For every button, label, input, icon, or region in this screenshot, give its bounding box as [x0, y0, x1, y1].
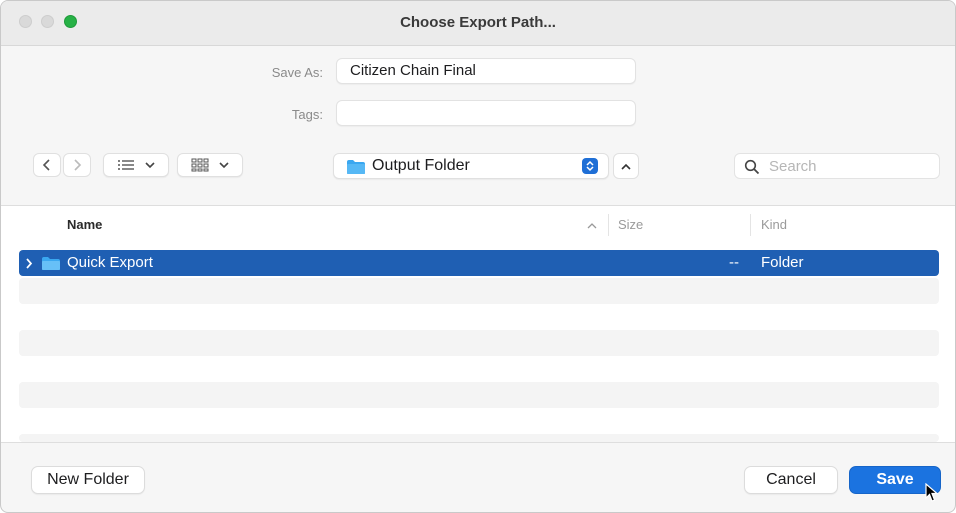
grid-icon [191, 158, 209, 172]
search-icon [744, 159, 760, 175]
column-divider [608, 214, 609, 236]
chevron-down-icon [219, 161, 229, 168]
column-header-name[interactable]: Name [67, 206, 102, 244]
column-header-kind[interactable]: Kind [761, 206, 787, 244]
chevron-left-icon [42, 159, 50, 171]
mouse-cursor-icon [925, 483, 939, 502]
search-placeholder: Search [769, 158, 817, 175]
empty-row [19, 278, 939, 304]
forward-button[interactable] [63, 153, 91, 177]
sort-ascending-icon [587, 223, 597, 229]
tags-label: Tags: [291, 107, 323, 122]
chevron-right-icon [74, 159, 82, 171]
list-item[interactable]: Quick Export -- Folder [19, 250, 939, 276]
popup-stepper-icon [582, 158, 598, 174]
search-field[interactable]: Search [734, 153, 940, 179]
empty-row [19, 434, 939, 442]
file-size: -- [729, 254, 739, 271]
list-view-button[interactable] [103, 153, 169, 177]
save-dialog: Choose Export Path... Save As: Citizen C… [0, 0, 956, 513]
file-name: Quick Export [67, 254, 153, 271]
title-bar: Choose Export Path... [1, 1, 955, 46]
cancel-button[interactable]: Cancel [744, 466, 838, 494]
folder-icon [347, 160, 365, 174]
location-popup[interactable]: Output Folder [333, 153, 609, 179]
new-folder-button[interactable]: New Folder [31, 466, 145, 494]
disclosure-triangle-icon[interactable] [25, 258, 33, 269]
list-icon [118, 160, 134, 170]
empty-row [19, 330, 939, 356]
save-as-field[interactable]: Citizen Chain Final [336, 58, 636, 84]
chevron-up-icon [621, 163, 631, 170]
grid-view-button[interactable] [177, 153, 243, 177]
tags-field[interactable] [336, 100, 636, 126]
column-header-size[interactable]: Size [618, 206, 643, 244]
folder-icon [42, 257, 60, 270]
back-button[interactable] [33, 153, 61, 177]
collapse-button[interactable] [613, 153, 639, 179]
window-title: Choose Export Path... [400, 14, 556, 31]
location-label: Output Folder [372, 157, 470, 174]
empty-row [19, 382, 939, 408]
file-list: Name Size Kind Quick Export -- Folder [1, 205, 955, 443]
column-divider [750, 214, 751, 236]
chevron-down-icon [145, 161, 155, 168]
save-as-label: Save As: [271, 65, 323, 80]
file-kind: Folder [761, 254, 804, 271]
